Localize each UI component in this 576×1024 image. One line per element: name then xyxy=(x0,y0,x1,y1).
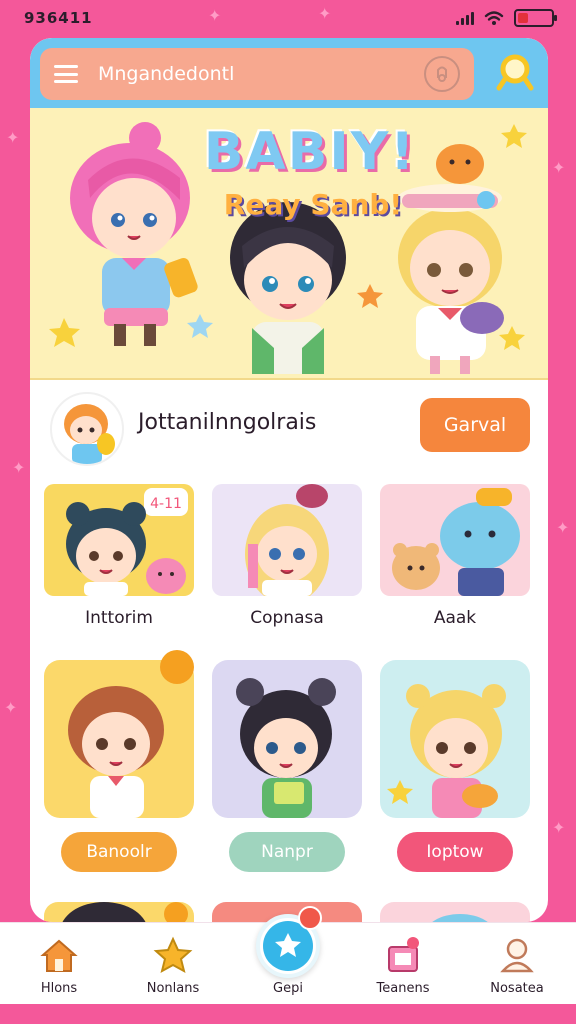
banner-subtitle: Reay Sanb! xyxy=(223,188,403,221)
sparkle-icon: ✦ xyxy=(6,128,20,147)
battery-level xyxy=(518,13,528,23)
status-time: 936411 xyxy=(24,9,93,27)
character-card[interactable]: 4-11 xyxy=(44,484,194,596)
character-card[interactable] xyxy=(380,484,530,596)
profile-row: Jottanilnngolrais Garval xyxy=(30,388,548,468)
notification-badge xyxy=(160,650,194,684)
voice-search-icon[interactable] xyxy=(424,56,460,92)
banner-title: BABIY! xyxy=(203,122,417,182)
avatar-illustration xyxy=(64,404,115,464)
search-icon xyxy=(496,54,534,91)
character-illustration xyxy=(432,914,488,922)
signal-icon xyxy=(456,11,474,25)
header-bar: Mngandedontl xyxy=(30,38,548,108)
sparkle-icon: ✦ xyxy=(12,458,26,477)
card-bubble-text: 4-11 xyxy=(150,496,182,512)
search-box[interactable]: Mngandedontl xyxy=(40,48,474,100)
search-button[interactable] xyxy=(492,50,538,96)
person-icon xyxy=(500,938,534,973)
avatar[interactable] xyxy=(50,392,124,466)
character-tile[interactable] xyxy=(212,660,362,818)
character-illustration xyxy=(392,488,520,596)
status-bar: 936411 xyxy=(0,0,576,36)
sparkle-icon: ✦ xyxy=(4,698,18,717)
tile-action-button[interactable]: Nanpr xyxy=(229,832,345,872)
tile-action-button[interactable]: Banoolr xyxy=(61,832,177,872)
character-card[interactable] xyxy=(212,484,362,596)
search-input[interactable]: Mngandedontl xyxy=(98,63,424,85)
card-label: Copnasa xyxy=(250,608,324,628)
card-label: Aaak xyxy=(433,608,477,628)
character-tile[interactable] xyxy=(44,660,194,818)
character-illustration xyxy=(387,684,506,818)
bottom-edge xyxy=(0,1004,576,1024)
star-icon xyxy=(153,936,193,973)
character-illustration: 4-11 xyxy=(66,488,188,596)
character-tile[interactable] xyxy=(44,902,194,922)
nav-label: Gepi xyxy=(273,981,303,996)
sparkle-icon: ✦ xyxy=(556,518,570,537)
cancel-button[interactable]: Garval xyxy=(420,398,530,452)
notification-dot xyxy=(298,906,322,930)
character-tile[interactable] xyxy=(380,902,530,922)
menu-icon[interactable] xyxy=(54,65,78,83)
promo-banner[interactable]: BABIY! Reay Sanb! xyxy=(30,108,548,380)
character-illustration xyxy=(236,678,336,818)
wifi-icon xyxy=(484,11,504,25)
battery-icon xyxy=(514,9,557,27)
nav-item-profile[interactable]: Nosatea xyxy=(462,923,572,1005)
character-tile[interactable] xyxy=(380,660,530,818)
nav-label: Teanens xyxy=(376,981,430,996)
card-label: Inttorim xyxy=(85,608,153,628)
nav-label: Nonlans xyxy=(146,981,200,996)
sparkle-icon: ✦ xyxy=(552,158,566,177)
nav-item-favorites[interactable]: Nonlans xyxy=(118,923,228,1005)
status-icons xyxy=(456,9,557,27)
sparkle-icon: ✦ xyxy=(552,818,566,837)
home-icon xyxy=(40,939,78,972)
character-illustration xyxy=(62,902,188,922)
character-illustration xyxy=(245,484,329,596)
nav-item-home[interactable]: Hlons xyxy=(4,923,114,1005)
nav-label: Nosatea xyxy=(490,981,544,996)
tile-action-button[interactable]: Ioptow xyxy=(397,832,513,872)
nav-item-gifts[interactable]: Teanens xyxy=(348,923,458,1005)
profile-name: Jottanilnngolrais xyxy=(138,410,317,435)
gift-icon xyxy=(388,937,419,972)
app-card: Mngandedontl BABIY! Reay Sanb! Jottaniln… xyxy=(30,38,548,922)
nav-label: Hlons xyxy=(40,981,78,996)
character-illustration xyxy=(68,686,164,818)
